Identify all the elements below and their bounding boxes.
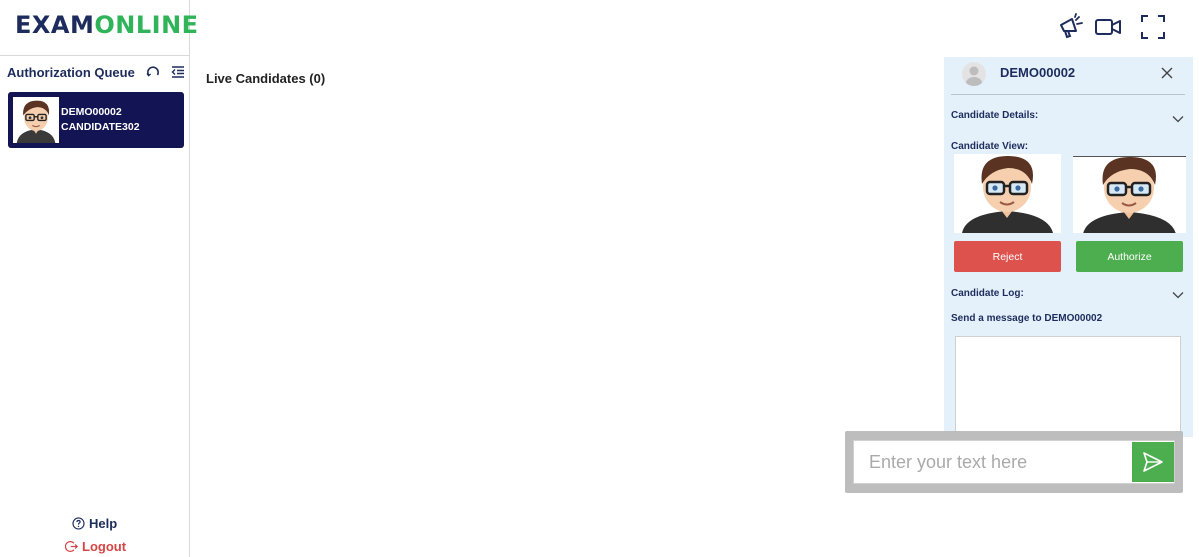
candidate-photo-left (954, 154, 1061, 233)
queue-candidate-card[interactable]: DEMO00002 CANDIDATE302 (8, 92, 184, 148)
brand-logo: EXAMONLINE (0, 0, 198, 56)
candidate-details-label: Candidate Details: (951, 110, 1039, 121)
candidate-id: DEMO00002 (61, 106, 122, 118)
send-icon (1143, 452, 1163, 472)
candidate-log-label: Candidate Log: (951, 288, 1024, 299)
queue-title: Authorization Queue (7, 65, 135, 80)
authorize-button[interactable]: Authorize (1076, 241, 1183, 272)
logout-icon (65, 541, 78, 552)
panel-candidate-id: DEMO00002 (1000, 65, 1076, 80)
queue-header: Authorization Queue (7, 64, 187, 82)
candidate-panel: DEMO00002 Candidate Details: Candidate V… (944, 57, 1193, 437)
message-history-area (955, 336, 1181, 437)
message-input[interactable] (854, 441, 1131, 483)
send-message-label: Send a message to DEMO00002 (951, 313, 1103, 324)
panel-header: DEMO00002 (951, 57, 1185, 95)
log-chevron-down-icon[interactable] (1171, 288, 1185, 302)
close-icon[interactable] (1159, 65, 1175, 81)
candidate-info: DEMO00002 CANDIDATE302 (61, 105, 140, 135)
candidate-name: CANDIDATE302 (61, 121, 140, 133)
brand-logo-exam: EXAM (15, 11, 95, 39)
candidate-avatar (13, 97, 59, 143)
announcement-icon[interactable] (1057, 13, 1085, 41)
user-avatar-icon (962, 62, 986, 86)
list-menu-icon[interactable] (170, 64, 186, 80)
send-button[interactable] (1132, 442, 1174, 482)
brand-logo-online: ONLINE (94, 11, 199, 39)
logout-link[interactable]: Logout (65, 539, 126, 554)
help-icon (72, 517, 85, 530)
help-link[interactable]: Help (72, 516, 117, 531)
live-candidates-title: Live Candidates (0) (206, 71, 326, 86)
chat-input-bar (845, 431, 1183, 493)
reject-button[interactable]: Reject (954, 241, 1061, 272)
candidate-photo-right (1073, 156, 1186, 233)
sidebar: EXAMONLINE Authorization Queue DEMO00002… (0, 0, 198, 557)
fullscreen-icon[interactable] (1139, 13, 1167, 41)
video-camera-icon[interactable] (1094, 13, 1122, 41)
help-label: Help (89, 516, 118, 531)
logout-label: Logout (82, 539, 127, 554)
candidate-view-label: Candidate View: (951, 141, 1029, 152)
refresh-icon[interactable] (145, 64, 161, 80)
details-chevron-down-icon[interactable] (1171, 112, 1185, 126)
chat-input-wrapper (853, 440, 1175, 484)
